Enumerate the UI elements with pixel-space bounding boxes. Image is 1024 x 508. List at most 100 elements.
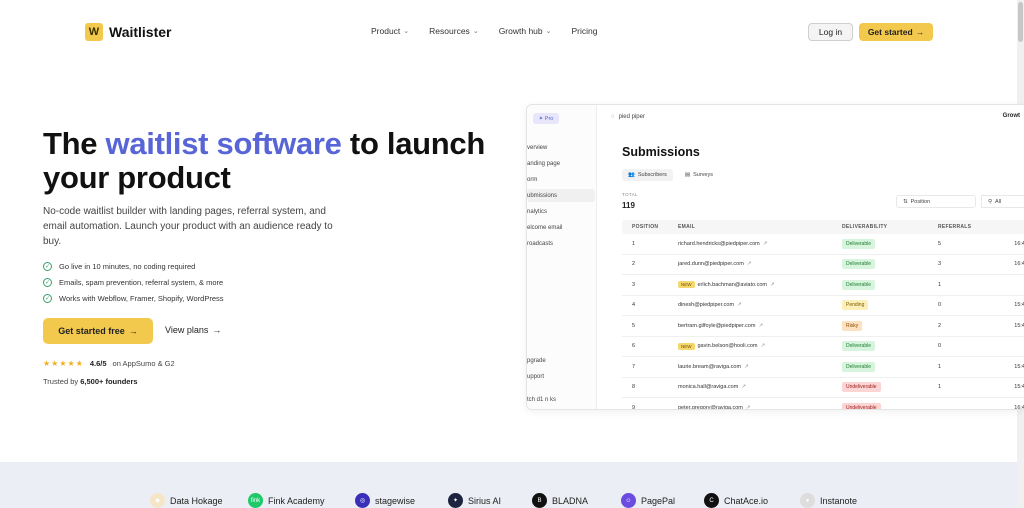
rating-source: on AppSumo & G2 [112, 359, 175, 368]
row-referrals: 0 [938, 302, 942, 309]
customer-logo: ● Instanote [800, 493, 857, 508]
dashboard-preview: ✦ Pro verview anding page orm ubmissions… [526, 104, 1024, 410]
row-deliverability: Undeliverable [842, 402, 922, 409]
customer-logo: fink Fink Academy [248, 493, 325, 508]
table-row: 6 NEW gavin.belson@hooli.com ↗ Deliverable 0 [622, 337, 1024, 357]
growth-label: Growt [1002, 113, 1020, 119]
row-email-cell: dinesh@piedpiper.com ↗ [678, 302, 842, 308]
tab-subscribers: 👥 Subscribers [622, 169, 673, 181]
feature-item: ✓ Emails, spam prevention, referral syste… [43, 274, 224, 290]
new-badge: NEW [678, 342, 695, 350]
pro-badge: ✦ Pro [533, 113, 559, 124]
status-badge: Pending [842, 300, 869, 311]
row-position: 1 [632, 240, 636, 247]
waitlister-logo-icon: W [85, 23, 103, 41]
company-logo-icon: B [532, 493, 547, 508]
company-logo-icon: fink [248, 493, 263, 508]
company-name: Data Hokage [170, 495, 223, 506]
company-name: stagewise [375, 495, 416, 506]
row-referrals: 1 [938, 363, 942, 370]
row-email-cell: laurie.bream@raviga.com ↗ [678, 364, 842, 370]
company-logo-icon: ✦ [448, 493, 463, 508]
row-email: jared.dunn@piedpiper.com [678, 261, 744, 268]
view-plans-link[interactable]: View plans → [165, 325, 221, 335]
row-time: 16:4 [1014, 240, 1024, 247]
customer-logo: ☺ PagePal [621, 493, 675, 508]
company-logo-icon: ◎ [355, 493, 370, 508]
hero-title: The waitlist software to launch your pro… [43, 127, 513, 195]
customer-logos: ◆ Data Hokage fink Fink Academy ◎ stagewise ✦ S… [0, 462, 1017, 508]
company-logo-icon: ☺ [621, 493, 636, 508]
table-row: 7 laurie.bream@raviga.com ↗ Deliverable 1 15:… [622, 357, 1024, 378]
check-circle-icon: ✓ [43, 293, 52, 303]
sidebar-item-support: upport [527, 373, 545, 380]
row-referrals: 2 [938, 322, 942, 329]
workspace-selector: ◌ pied piper [611, 111, 721, 123]
chevron-down-icon: ⌄ [545, 28, 552, 35]
nav-link-product[interactable]: Product ⌄ [371, 26, 409, 36]
nav-link-resources[interactable]: Resources ⌄ [429, 26, 479, 36]
check-circle-icon: ✓ [43, 277, 52, 287]
nav-links: Product ⌄ Resources ⌄ Growth hub ⌄ Pricing [371, 26, 618, 36]
row-email-cell: jared.dunn@piedpiper.com ↗ [678, 261, 842, 267]
customer-logo: B BLADNA [532, 493, 588, 508]
cta-secondary-label: View plans [165, 325, 209, 335]
tab-surveys: ▤ Surveys [679, 169, 719, 181]
tab-label: Surveys [693, 172, 713, 178]
feature-text: Emails, spam prevention, referral system… [59, 277, 224, 287]
nav-link-label: Pricing [571, 26, 598, 36]
nav-link-growth-hub[interactable]: Growth hub ⌄ [499, 26, 552, 36]
table-row: 1 richard.hendricks@piedpiper.com ↗ Deliver… [622, 234, 1024, 255]
row-deliverability: Deliverable [842, 238, 922, 249]
row-email: peter.gregory@raviga.com [678, 404, 743, 410]
row-email: monica.hall@raviga.com [678, 384, 739, 391]
nav-link-label: Resources [429, 26, 470, 36]
total-value: 119 [622, 201, 635, 210]
row-email-cell: richard.hendricks@piedpiper.com ↗ [678, 241, 842, 247]
total-label: TOTAL [622, 192, 639, 197]
nav-link-pricing[interactable]: Pricing [572, 26, 598, 36]
chevron-down-icon: ⌄ [403, 28, 410, 35]
brand-logo[interactable]: W Waitlister [85, 23, 172, 41]
table-row: 4 dinesh@piedpiper.com ↗ Pending 0 15:4 [622, 296, 1024, 316]
scrollbar-thumb[interactable] [1018, 2, 1023, 42]
row-deliverability: Deliverable [842, 361, 922, 372]
row-email: dinesh@piedpiper.com [678, 302, 735, 309]
status-badge: Risky [842, 320, 863, 331]
sort-icon: ⇅ [903, 198, 908, 205]
row-position: 8 [632, 384, 636, 391]
status-badge: Deliverable [842, 259, 876, 270]
external-link-icon: ↗ [760, 343, 766, 350]
sidebar-item-welcome-email: elcome email [527, 224, 563, 231]
row-email-cell: bertram.gilfoyle@piedpiper.com ↗ [678, 323, 842, 329]
row-email: gavin.belson@hooli.com [697, 343, 758, 350]
row-email-cell: NEW erlich.bachman@aviato.com ↗ [678, 281, 842, 289]
dashboard-sidebar: ✦ Pro verview anding page orm ubmissions… [527, 105, 597, 409]
row-deliverability: Undeliverable [842, 382, 922, 393]
brand-name: Waitlister [109, 24, 172, 40]
row-time: 16:4 [1014, 261, 1024, 268]
clipboard-icon: ▤ [684, 172, 691, 178]
row-position: 4 [632, 302, 636, 309]
get-started-button[interactable]: Get started → [859, 23, 933, 41]
feature-text: Works with Webflow, Framer, Shopify, Wor… [59, 293, 224, 303]
globe-icon: ◌ [611, 114, 615, 120]
rating-score: 4.6/5 [89, 359, 107, 368]
row-email: richard.hendricks@piedpiper.com [678, 240, 760, 247]
row-time: 15:4 [1014, 322, 1024, 329]
customer-logo: C ChatAce.io [704, 493, 768, 508]
table-row: 9 peter.gregory@raviga.com ↗ Undeliverable 1… [622, 398, 1024, 410]
sidebar-item-submissions: ubmissions [527, 189, 595, 202]
external-link-icon: ↗ [745, 404, 751, 410]
row-referrals: 1 [938, 384, 942, 391]
row-deliverability: Risky [842, 320, 922, 331]
row-time: 15:4 [1014, 384, 1024, 391]
get-started-free-button[interactable]: Get started free → [43, 318, 153, 344]
feature-list: ✓ Go live in 10 minutes, no coding requir… [43, 258, 224, 306]
row-deliverability: Deliverable [842, 341, 922, 352]
sidebar-item-broadcasts: roadcasts [527, 240, 554, 247]
row-email-cell: monica.hall@raviga.com ↗ [678, 384, 842, 390]
login-button[interactable]: Log in [808, 23, 853, 41]
status-badge: Undeliverable [842, 402, 881, 409]
row-email: bertram.gilfoyle@piedpiper.com [678, 322, 756, 329]
